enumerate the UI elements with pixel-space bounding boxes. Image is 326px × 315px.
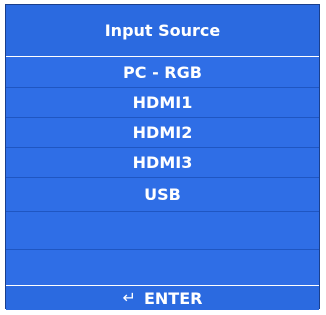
enter-hint[interactable]: ↵ ENTER: [6, 285, 319, 310]
menu-item-label: HDMI1: [132, 93, 193, 112]
menu-item-hdmi1[interactable]: HDMI1: [6, 87, 319, 117]
menu-item-label: USB: [144, 185, 181, 204]
menu-empty-slot: [6, 249, 319, 285]
menu-item-hdmi2[interactable]: HDMI2: [6, 117, 319, 147]
input-source-menu: Input Source PC - RGB HDMI1 HDMI2 HDMI3 …: [5, 4, 320, 310]
menu-empty-slot: [6, 211, 319, 249]
enter-arrow-icon: ↵: [122, 288, 136, 307]
menu-item-usb[interactable]: USB: [6, 177, 319, 211]
enter-label: ENTER: [143, 288, 203, 308]
menu-item-label: HDMI3: [132, 153, 193, 172]
menu-item-label: PC - RGB: [123, 62, 202, 82]
menu-item-pc-rgb[interactable]: PC - RGB: [6, 57, 319, 87]
menu-title: Input Source: [6, 5, 319, 57]
menu-item-hdmi3[interactable]: HDMI3: [6, 147, 319, 177]
menu-item-label: HDMI2: [132, 123, 193, 142]
